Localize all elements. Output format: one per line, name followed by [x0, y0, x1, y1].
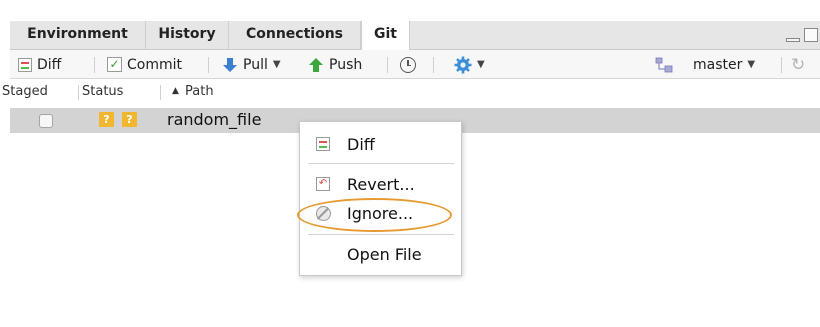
menu-item-revert[interactable]: ↶ Revert...	[300, 171, 461, 199]
commit-icon: ✓	[107, 57, 122, 72]
branch-icon	[655, 57, 673, 72]
maximize-pane-button[interactable]	[804, 28, 818, 42]
gear-icon	[454, 56, 472, 73]
chevron-down-icon: ▼	[272, 59, 281, 70]
revert-icon: ↶	[316, 177, 330, 191]
push-arrow-icon	[309, 57, 323, 72]
diff-button-label: Diff	[37, 56, 62, 73]
diff-icon	[316, 137, 330, 151]
chevron-down-icon: ▼	[477, 59, 485, 70]
more-options-button[interactable]: ▼	[454, 50, 485, 79]
sort-ascending-icon: ▲	[172, 86, 179, 96]
chevron-down-icon: ▼	[747, 59, 756, 70]
tab-connections[interactable]: Connections	[229, 21, 361, 50]
file-context-menu: Diff ↶ Revert... Ignore... Open File	[299, 121, 462, 276]
pull-arrow-icon	[223, 57, 237, 72]
column-staged[interactable]: Staged	[2, 84, 48, 99]
refresh-button[interactable]: ↻	[791, 50, 805, 79]
branch-icon-button[interactable]	[655, 50, 673, 79]
history-clock-icon	[400, 56, 416, 73]
status-badge-untracked: ?	[122, 112, 137, 127]
menu-item-label: Diff	[347, 135, 375, 154]
pull-button[interactable]: Pull ▼	[222, 50, 281, 79]
column-divider	[78, 85, 79, 100]
branch-selector[interactable]: master ▼	[693, 50, 755, 79]
menu-item-ignore[interactable]: Ignore...	[300, 200, 461, 228]
menu-divider	[308, 234, 454, 235]
git-toolbar: Diff ✓ Commit Pull ▼ Push ▼ master ▼ ↻	[10, 50, 820, 79]
commit-button[interactable]: ✓ Commit	[107, 50, 182, 79]
staged-checkbox[interactable]	[39, 114, 53, 128]
commit-button-label: Commit	[127, 56, 182, 73]
pane-tab-bar: Environment History Connections Git	[10, 21, 820, 51]
menu-item-open-file[interactable]: Open File	[300, 241, 461, 269]
ignore-icon	[316, 206, 331, 221]
minimize-pane-button[interactable]	[786, 38, 800, 42]
refresh-icon: ↻	[791, 54, 806, 75]
tab-git[interactable]: Git	[361, 21, 410, 51]
column-divider	[160, 85, 161, 100]
toolbar-divider	[94, 57, 95, 73]
tab-environment[interactable]: Environment	[10, 21, 146, 50]
menu-item-diff[interactable]: Diff	[300, 131, 461, 159]
menu-divider	[308, 163, 454, 164]
tab-history[interactable]: History	[146, 21, 229, 50]
window-controls	[786, 27, 820, 45]
branch-name: master	[693, 56, 743, 73]
menu-item-label: Open File	[347, 245, 422, 264]
toolbar-divider	[208, 57, 209, 73]
file-list-header: Staged Status ▲ Path	[0, 83, 820, 101]
diff-icon	[18, 57, 32, 72]
toolbar-divider	[433, 57, 434, 73]
column-path[interactable]: Path	[185, 84, 214, 99]
history-button[interactable]	[400, 50, 416, 79]
push-button-label: Push	[329, 56, 363, 73]
push-button[interactable]: Push	[308, 50, 362, 79]
file-path: random_file	[167, 110, 262, 129]
column-status[interactable]: Status	[82, 84, 123, 99]
pull-button-label: Pull	[243, 56, 268, 73]
status-badge-untracked: ?	[99, 112, 114, 127]
toolbar-divider	[387, 57, 388, 73]
toolbar-divider	[781, 57, 782, 73]
diff-button[interactable]: Diff	[18, 50, 61, 79]
menu-item-label: Ignore...	[347, 204, 414, 223]
menu-item-label: Revert...	[347, 175, 415, 194]
